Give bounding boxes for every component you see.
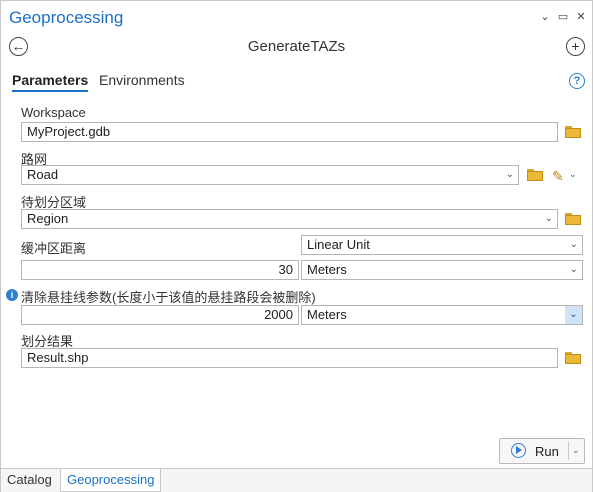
add-circle-icon[interactable]: + — [566, 37, 585, 56]
bottom-tab-bar: Catalog Geoprocessing — [1, 468, 592, 492]
dangle-length-value: 2000 — [264, 307, 293, 322]
buffer-unit-type-select[interactable]: Linear Unit ⌄ — [301, 235, 583, 255]
road-select[interactable]: Road ⌄ — [21, 165, 519, 185]
region-select[interactable]: Region ⌄ — [21, 209, 558, 229]
region-folder-icon[interactable] — [565, 213, 581, 225]
workspace-label: Workspace — [21, 105, 86, 120]
chevron-down-icon: ⌄ — [569, 264, 578, 275]
run-divider — [568, 442, 569, 460]
workspace-folder-icon[interactable] — [565, 126, 581, 138]
pencil-chevron-down-icon[interactable]: ⌄ — [569, 169, 577, 180]
dangle-unit-value: Meters — [307, 307, 347, 322]
result-folder-icon[interactable] — [565, 352, 581, 364]
buffer-unit-value: Meters — [307, 262, 347, 277]
run-button[interactable]: Run ⌄ — [499, 438, 585, 464]
buffer-unit-select[interactable]: Meters ⌄ — [301, 260, 583, 280]
pane-menu-chevron-icon[interactable]: ⌄ — [538, 10, 552, 24]
workspace-value: MyProject.gdb — [27, 124, 111, 139]
dangle-label: 清除悬挂线参数(长度小于该值的悬挂路段会被删除) — [21, 290, 316, 305]
tool-name: GenerateTAZs — [247, 38, 346, 55]
chevron-down-icon: ⌄ — [505, 169, 514, 180]
run-options-chevron-icon[interactable]: ⌄ — [572, 445, 580, 456]
workspace-input[interactable]: MyProject.gdb — [21, 122, 558, 142]
tool-header: ← GenerateTAZs + — [1, 34, 592, 60]
chevron-down-icon[interactable]: ⌄ — [565, 306, 582, 324]
result-value: Result.shp — [27, 350, 89, 365]
dangle-length-input[interactable]: 2000 — [21, 305, 299, 325]
tab-geoprocessing[interactable]: Geoprocessing — [60, 469, 162, 492]
tool-tabs: Parameters Environments ? — [1, 69, 592, 95]
tab-parameters[interactable]: Parameters — [12, 72, 89, 92]
pane-title: Geoprocessing — [9, 8, 124, 27]
road-value: Road — [27, 167, 59, 182]
buffer-distance-input[interactable]: 30 — [21, 260, 299, 280]
chevron-down-icon: ⌄ — [569, 239, 578, 250]
run-label: Run — [535, 444, 559, 459]
pencil-icon[interactable]: ✎ — [552, 168, 564, 185]
pane-maximize-icon[interactable]: ▭ — [556, 10, 570, 24]
pane-close-icon[interactable]: ✕ — [574, 10, 588, 24]
result-input[interactable]: Result.shp — [21, 348, 558, 368]
buffer-unit-type-value: Linear Unit — [307, 237, 370, 252]
buffer-label: 缓冲区距离 — [21, 241, 87, 256]
pane-header: Geoprocessing ⌄ ▭ ✕ — [1, 1, 592, 33]
road-folder-icon[interactable] — [527, 169, 543, 181]
buffer-distance-value: 30 — [278, 262, 293, 277]
geoprocessing-pane: Geoprocessing ⌄ ▭ ✕ ← GenerateTAZs + Par… — [0, 0, 593, 492]
info-icon[interactable]: i — [6, 289, 18, 301]
tab-catalog[interactable]: Catalog — [1, 469, 58, 491]
help-icon[interactable]: ? — [569, 73, 585, 89]
chevron-down-icon: ⌄ — [544, 213, 553, 224]
dangle-unit-select[interactable]: Meters ⌄ — [301, 305, 583, 325]
play-circle-icon — [511, 443, 526, 458]
tab-environments[interactable]: Environments — [99, 72, 185, 88]
region-value: Region — [27, 211, 69, 226]
